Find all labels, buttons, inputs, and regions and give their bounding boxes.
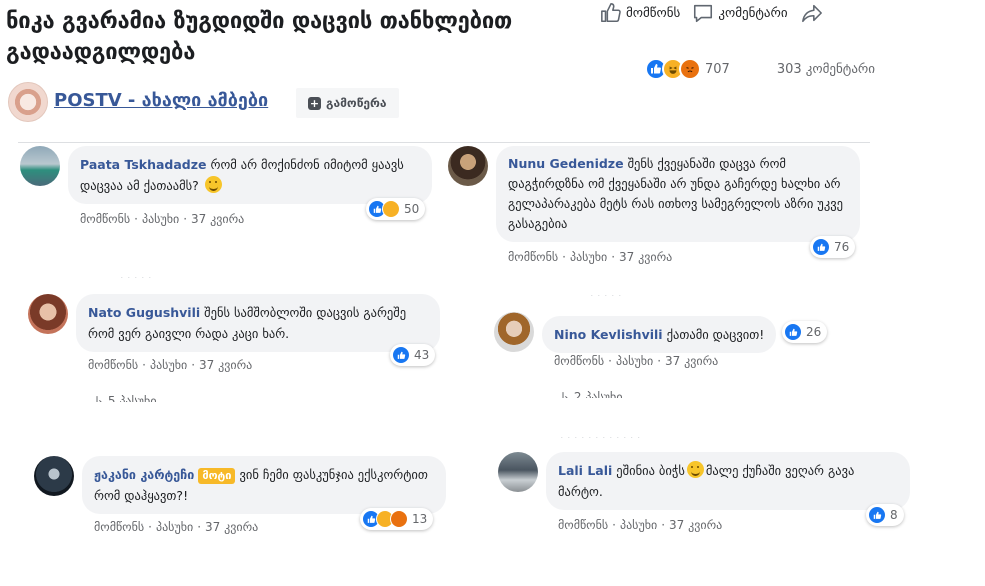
comment-item: Paata Tskhadadze რომ არ მოქინძონ იმიტომ ყ…	[20, 146, 440, 236]
comment-icon	[694, 4, 713, 23]
comment-author[interactable]: Paata Tskhadadze	[80, 157, 207, 172]
comments-count[interactable]: 303 კომენტარი	[777, 62, 875, 77]
like-action-button[interactable]: მომწონს	[600, 2, 680, 24]
comment-meta: მომწონს · პასუხი · 37 კვირა	[508, 250, 673, 264]
replies-link[interactable]: ↳ 2 პასუხი	[560, 390, 680, 398]
reaction-count: 50	[404, 202, 420, 216]
comment-meta: მომწონს · პასუხი · 37 კვირა	[80, 212, 245, 226]
comment-item: Nino Kevlishvili ქათამი დაცვით! 26 მომწონ…	[494, 312, 874, 382]
page-name-link[interactable]: POSTV - ახალი ამბები	[54, 90, 268, 111]
comment-bubble: Nino Kevlishvili ქათამი დაცვით!	[542, 316, 777, 353]
post-actions: მომწონს კომენტარი	[600, 2, 824, 24]
comment-reply-link[interactable]: პასუხი	[620, 518, 657, 532]
avatar[interactable]	[28, 294, 68, 334]
comment-reactions[interactable]: 76	[810, 236, 856, 258]
reaction-count: 26	[806, 325, 822, 339]
grin-emoji-icon	[686, 461, 704, 478]
comment-meta: მომწონს · პასუხი · 37 კვირა	[554, 354, 719, 368]
like-reaction-icon	[784, 323, 802, 341]
comment-like-link[interactable]: მომწონს	[94, 520, 144, 534]
like-reaction-icon	[812, 238, 830, 256]
comment-reactions[interactable]: 13	[360, 508, 434, 530]
comment-time[interactable]: 37 კვირა	[199, 358, 252, 372]
post-title: ნიკა გვარამია ზუგდიდში დაცვის თანხლებით …	[6, 9, 513, 65]
comment-author[interactable]: Nino Kevlishvili	[554, 327, 663, 342]
plus-icon: +	[308, 96, 321, 110]
comment-time[interactable]: 37 კვირა	[191, 212, 244, 226]
page-logo[interactable]	[8, 82, 48, 122]
comment-text: ქათამი დაცვით!	[666, 327, 765, 342]
smile-emoji-icon	[204, 176, 222, 193]
comment-item: Nato Gugushvili შენს სამშობლოში დაცვის გა…	[28, 294, 448, 374]
comment-like-link[interactable]: მომწონს	[554, 354, 604, 368]
divider	[18, 142, 870, 143]
cropped-row-fragment: · · · · ·	[120, 272, 180, 278]
comment-action-button[interactable]: კომენტარი	[692, 2, 788, 24]
top-fan-badge: მოტი	[198, 468, 236, 484]
thumbs-up-icon	[601, 3, 621, 23]
cropped-reply-fragment: ↳ 5 პასუხი	[94, 394, 157, 402]
comment-like-link[interactable]: მომწონს	[508, 250, 558, 264]
comment-time[interactable]: 37 კვირა	[619, 250, 672, 264]
comment-bubble: Paata Tskhadadze რომ არ მოქინძონ იმიტომ ყ…	[68, 146, 432, 204]
cropped-row-fragment: · · · · ·	[590, 290, 650, 296]
reaction-count[interactable]: 707	[705, 62, 730, 77]
comment-bubble: ჟაკანი კარტეჩი მოტი ვინ ჩემი ფასკუნჯია ექს…	[82, 456, 446, 514]
avatar[interactable]	[498, 452, 538, 492]
comment-reply-link[interactable]: პასუხი	[142, 212, 179, 226]
comment-author[interactable]: Lali Lali	[558, 463, 612, 478]
comment-author[interactable]: Nato Gugushvili	[88, 305, 200, 320]
comment-bubble: Nunu Gedenidze შენს ქვეყანაში დაცვა რომ დ…	[496, 146, 860, 242]
subscribe-button[interactable]: + გამოწერა	[296, 88, 399, 118]
avatar[interactable]	[34, 456, 74, 496]
comment-text: ეშინია ბიჭს	[616, 463, 685, 478]
comment-reply-link[interactable]: პასუხი	[616, 354, 653, 368]
angry-reaction-icon	[390, 510, 408, 528]
comment-bubble: Lali Lali ეშინია ბიჭს მალე ქუჩაში ვეღარ გა…	[546, 452, 910, 510]
reaction-count: 43	[414, 348, 430, 362]
like-reaction-icon	[392, 346, 410, 364]
comment-meta: მომწონს · პასუხი · 37 კვირა	[88, 358, 253, 372]
comment-item: Nunu Gedenidze შენს ქვეყანაში დაცვა რომ დ…	[448, 146, 868, 270]
subscribe-label: გამოწერა	[326, 96, 387, 110]
comment-author[interactable]: ჟაკანი კარტეჩი	[94, 467, 194, 482]
comment-like-link[interactable]: მომწონს	[80, 212, 130, 226]
reaction-count: 13	[412, 512, 428, 526]
comment-time[interactable]: 37 კვირა	[669, 518, 722, 532]
comment-reply-link[interactable]: პასუხი	[570, 250, 607, 264]
comment-reactions[interactable]: 8	[866, 504, 904, 526]
comment-bubble: Nato Gugushvili შენს სამშობლოში დაცვის გა…	[76, 294, 440, 352]
like-reaction-icon	[868, 506, 886, 524]
comment-meta: მომწონს · პასუხი · 37 კვირა	[558, 518, 723, 532]
comment-reply-link[interactable]: პასუხი	[150, 358, 187, 372]
comment-action-label: კომენტარი	[718, 5, 788, 21]
reaction-count: 8	[890, 508, 898, 522]
comment-time[interactable]: 37 კვირა	[205, 520, 258, 534]
comment-reactions[interactable]: 26	[782, 321, 828, 343]
post-stats: 707 303 კომენტარი	[645, 58, 875, 80]
avatar[interactable]	[448, 146, 488, 186]
comment-reply-link[interactable]: პასუხი	[156, 520, 193, 534]
haha-reaction-icon	[382, 200, 400, 218]
comment-item: ჟაკანი კარტეჩი მოტი ვინ ჩემი ფასკუნჯია ექს…	[34, 456, 454, 536]
avatar[interactable]	[20, 146, 60, 186]
post-reactions[interactable]	[645, 58, 701, 80]
comment-reactions[interactable]: 50	[366, 198, 426, 220]
comment-like-link[interactable]: მომწონს	[88, 358, 138, 372]
comment-reactions[interactable]: 43	[390, 344, 436, 366]
comment-item: Lali Lali ეშინია ბიჭს მალე ქუჩაში ვეღარ გა…	[498, 452, 918, 536]
share-icon	[801, 4, 822, 23]
comment-like-link[interactable]: მომწონს	[558, 518, 608, 532]
avatar[interactable]	[494, 312, 534, 352]
like-action-label: მომწონს	[626, 5, 681, 21]
angry-reaction-icon	[679, 58, 701, 80]
comment-time[interactable]: 37 კვირა	[665, 354, 718, 368]
cropped-row-fragment: · · · · · · · · · · · ·	[560, 432, 760, 438]
share-action-button[interactable]	[800, 2, 824, 24]
comment-meta: მომწონს · პასუხი · 37 კვირა	[94, 520, 259, 534]
comment-author[interactable]: Nunu Gedenidze	[508, 156, 624, 171]
reaction-count: 76	[834, 240, 850, 254]
